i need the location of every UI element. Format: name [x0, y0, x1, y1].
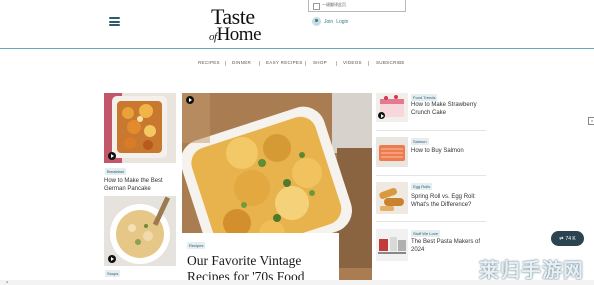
nav-separator — [225, 61, 226, 66]
site-logo[interactable]: Taste ofHome — [209, 4, 274, 45]
divider — [376, 130, 486, 131]
nav-item-easy-recipes[interactable]: EASY RECIPES — [266, 60, 303, 65]
nav-separator — [368, 61, 369, 66]
card-title[interactable]: How to Make the Best German Pancake — [104, 177, 176, 193]
category-tag[interactable]: Salmon — [411, 138, 429, 145]
category-tag[interactable]: Food Trends — [411, 94, 438, 101]
status-text: ● — [6, 280, 9, 284]
translate-checkbox[interactable] — [313, 3, 320, 10]
nav-separator — [259, 61, 260, 66]
category-tag[interactable]: Egg Rolls — [411, 183, 433, 190]
nav-item-videos[interactable]: VIDEOS — [343, 60, 362, 65]
join-link[interactable]: Join — [324, 19, 333, 25]
site-header: Taste ofHome 一键翻译此页 Join Login — [0, 0, 594, 50]
floating-widget-label: 74 K — [565, 235, 576, 242]
user-icon[interactable] — [312, 17, 321, 26]
nav-item-dinner[interactable]: DINNER — [232, 60, 251, 65]
german-pancake-image[interactable] — [104, 93, 176, 163]
hero-caption: Recipes Our Favorite Vintage Recipes for… — [182, 233, 339, 285]
card-title[interactable]: How to Make Strawberry Crunch Cake — [411, 101, 491, 117]
divider — [376, 175, 486, 176]
translate-icon: ⇄ — [559, 235, 564, 242]
strawberry-cake-image[interactable] — [376, 93, 408, 122]
nav-item-shop[interactable]: SHOP — [313, 60, 327, 65]
category-tag[interactable]: Recipes — [187, 242, 206, 249]
nav-item-recipes[interactable]: RECIPES — [198, 60, 220, 65]
category-tag[interactable]: Stuff We Love — [411, 230, 440, 237]
soup-image[interactable] — [104, 196, 176, 266]
salmon-image[interactable] — [376, 137, 408, 167]
play-icon[interactable] — [186, 96, 194, 104]
card-title[interactable]: Spring Roll vs. Egg Roll: What's the Dif… — [411, 193, 491, 209]
login-link[interactable]: Login — [336, 19, 348, 25]
status-bar: ● — [0, 280, 594, 285]
nav-item-subscribe[interactable]: SUBSCRIBE — [376, 60, 405, 65]
category-tag[interactable]: Breakfast — [105, 168, 126, 175]
window-control-icon[interactable]: × — [588, 117, 594, 125]
floating-widget-button[interactable]: ⇄ 74 K — [551, 231, 584, 246]
watermark-text: 莱归手游网 — [479, 260, 584, 282]
pasta-maker-image[interactable] — [376, 229, 408, 261]
nav-separator — [336, 61, 337, 66]
main-nav: RECIPES DINNER EASY RECIPES SHOP VIDEOS … — [0, 60, 594, 68]
translate-label: 一键翻译此页 — [322, 2, 346, 7]
egg-roll-image[interactable] — [376, 182, 408, 214]
divider — [376, 221, 486, 222]
card-title[interactable]: How to Buy Salmon — [411, 147, 491, 155]
menu-icon[interactable] — [109, 17, 120, 26]
play-icon[interactable] — [378, 112, 385, 119]
card-title[interactable]: The Best Pasta Makers of 2024 — [411, 238, 491, 254]
play-icon[interactable] — [108, 152, 116, 160]
account-links: Join Login — [312, 17, 348, 26]
play-icon[interactable] — [108, 255, 116, 263]
translate-popup[interactable]: 一键翻译此页 — [308, 0, 406, 12]
header-rule — [0, 48, 594, 49]
nav-separator — [305, 61, 306, 66]
category-tag[interactable]: Soups — [105, 270, 121, 277]
logo-word-home: ofHome — [209, 24, 262, 45]
